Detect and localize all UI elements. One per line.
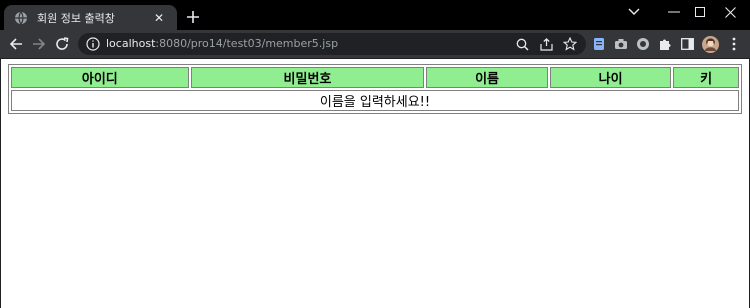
window-border-left <box>0 58 1 308</box>
tab-close-icon[interactable]: ✕ <box>151 10 167 26</box>
side-panel-icon[interactable] <box>678 35 696 53</box>
empty-message: 이름을 입력하세요!! <box>11 90 739 111</box>
extension-document-icon[interactable] <box>590 35 608 53</box>
forward-button[interactable] <box>29 34 49 54</box>
tab-title: 회원 정보 출력창 <box>37 11 115 25</box>
url-path: :8080/pro14/test03/member5.jsp <box>155 37 339 50</box>
table-row: 이름을 입력하세요!! <box>11 90 739 111</box>
browser-toolbar: localhost:8080/pro14/test03/member5.jsp <box>0 30 750 58</box>
arrow-left-icon <box>9 38 22 50</box>
globe-icon <box>14 11 28 25</box>
share-icon[interactable] <box>538 36 554 52</box>
puzzle-extensions-icon[interactable] <box>656 35 674 53</box>
site-info-icon[interactable] <box>86 37 100 51</box>
header-password: 비밀번호 <box>190 67 425 88</box>
plus-icon <box>187 11 199 23</box>
header-age: 나이 <box>549 67 672 88</box>
member-table: 아이디 비밀번호 이름 나이 키 이름을 입력하세요!! <box>8 64 742 114</box>
circle-extension-icon[interactable] <box>634 35 652 53</box>
more-menu-icon[interactable] <box>725 35 743 53</box>
new-tab-button[interactable] <box>184 8 202 26</box>
bookmark-star-icon[interactable] <box>562 36 578 52</box>
title-bar: 회원 정보 출력창 ✕ <box>0 0 750 30</box>
url-text[interactable]: localhost:8080/pro14/test03/member5.jsp <box>106 37 338 50</box>
header-name: 이름 <box>426 67 548 88</box>
back-button[interactable] <box>6 34 26 54</box>
url-host: localhost <box>106 37 156 50</box>
arrow-right-icon <box>33 38 46 50</box>
camera-extension-icon[interactable] <box>612 35 630 53</box>
tab-search-dropdown-icon[interactable] <box>614 0 654 24</box>
profile-avatar[interactable] <box>701 35 719 53</box>
browser-tab[interactable]: 회원 정보 출력창 ✕ <box>4 5 177 30</box>
reload-button[interactable] <box>52 34 72 54</box>
header-id: 아이디 <box>11 67 189 88</box>
close-window-button[interactable] <box>710 0 750 24</box>
zoom-icon[interactable] <box>514 36 530 52</box>
page-content: 아이디 비밀번호 이름 나이 키 이름을 입력하세요!! <box>0 59 750 308</box>
header-height: 키 <box>673 67 739 88</box>
reload-icon <box>56 37 69 50</box>
address-bar[interactable]: localhost:8080/pro14/test03/member5.jsp <box>78 33 586 55</box>
table-header-row: 아이디 비밀번호 이름 나이 키 <box>11 67 739 88</box>
